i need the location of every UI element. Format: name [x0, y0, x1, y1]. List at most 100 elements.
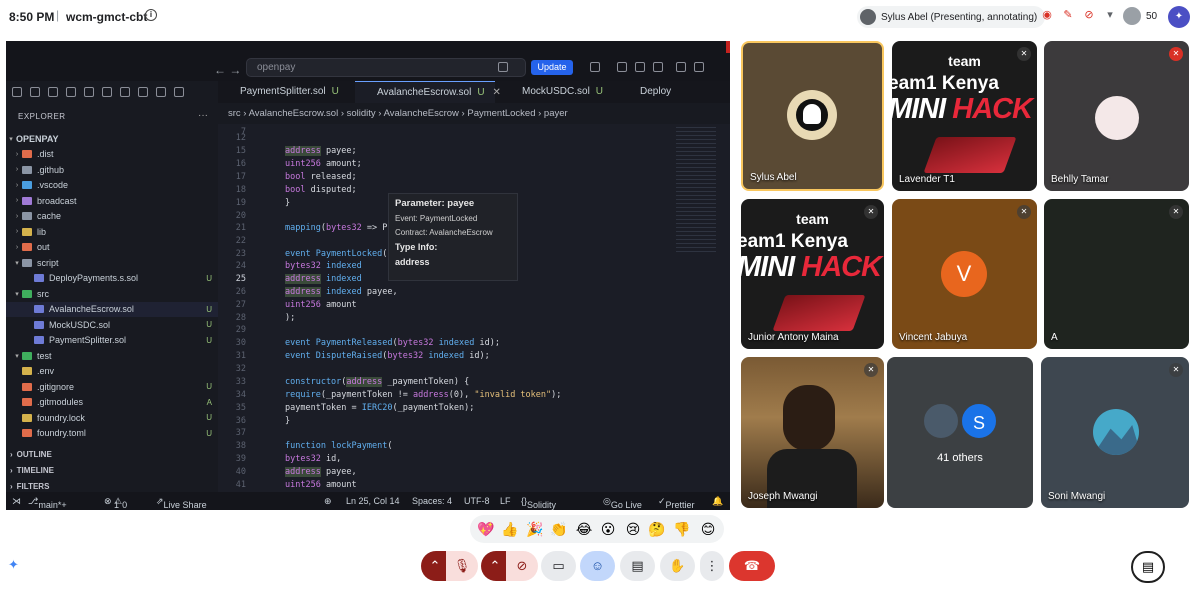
testing-icon[interactable]: [120, 87, 130, 97]
record-icon[interactable]: ◉: [1040, 8, 1054, 22]
code-editor[interactable]: 7 12 15 16 17 18 19 20 21 22 23 24 25 26 27 28 29 30 31 32 3…: [218, 124, 730, 492]
tree-item[interactable]: MockUSDC.sol U: [6, 317, 218, 333]
branch-indicator[interactable]: ⎇ main*+: [28, 496, 67, 510]
settings-icon[interactable]: [694, 62, 704, 72]
tile-soni-mwangi[interactable]: ✕ Soni Mwangi: [1041, 357, 1189, 508]
files-icon[interactable]: [12, 87, 22, 97]
tile-others[interactable]: S 41 others: [887, 357, 1033, 508]
github-icon[interactable]: [174, 87, 184, 97]
layout-icon[interactable]: [617, 62, 627, 72]
captions-button[interactable]: ▤: [620, 551, 655, 581]
tile-lavender-t1[interactable]: team eam1 Kenya MINI HACK ✕ Lavender T1: [892, 41, 1037, 191]
language-mode[interactable]: {} Solidity: [521, 496, 556, 510]
tree-item[interactable]: DeployPayments.s.sol U: [6, 271, 218, 287]
tile-sylus-abel[interactable]: Sylus Abel: [741, 41, 884, 191]
extensions-icon[interactable]: [84, 87, 94, 97]
tile-joseph-mwangi[interactable]: ✕ Joseph Mwangi: [741, 357, 884, 508]
tree-item[interactable]: › .vscode: [6, 178, 218, 194]
raise-hand-button[interactable]: ✋: [660, 551, 695, 581]
more-options-button[interactable]: ⋮: [700, 551, 724, 581]
tree-item[interactable]: ▾ test: [6, 348, 218, 364]
docker-icon[interactable]: [138, 87, 148, 97]
tab-payment-splitter[interactable]: PaymentSplitter.sol U: [218, 81, 348, 103]
tree-item[interactable]: AvalancheEscrow.sol U: [6, 301, 218, 317]
tree-item[interactable]: foundry.toml U: [6, 426, 218, 442]
tree-item[interactable]: › lib: [6, 224, 218, 240]
tree-item[interactable]: › broadcast: [6, 193, 218, 209]
reaction-heart[interactable]: 💖: [475, 519, 497, 539]
reaction-party[interactable]: 🎉: [524, 519, 546, 539]
help-icon[interactable]: [676, 62, 686, 72]
reaction-thumbs-down[interactable]: 👎: [671, 519, 693, 539]
gemini-icon[interactable]: ✦: [1168, 6, 1190, 28]
tile-behlly-tamar[interactable]: ✕ Behlly Tamar: [1044, 41, 1189, 191]
remote-icon[interactable]: ⋊: [12, 496, 21, 507]
present-button[interactable]: ▭: [541, 551, 576, 581]
reaction-clap[interactable]: 👏: [548, 519, 570, 539]
tree-item[interactable]: PaymentSplitter.sol U: [6, 333, 218, 349]
tab-mockusdc[interactable]: MockUSDC.sol U: [500, 81, 618, 103]
tree-item[interactable]: › .github: [6, 162, 218, 178]
search-icon[interactable]: [30, 87, 40, 97]
tree-root[interactable]: ▾ OPENPAY: [6, 131, 218, 147]
reaction-sad[interactable]: 😢: [622, 519, 644, 539]
more-actions-icon[interactable]: ···: [198, 110, 208, 121]
annotate-icon[interactable]: ✎: [1061, 8, 1075, 22]
tree-item[interactable]: › cache: [6, 209, 218, 225]
panel-icon[interactable]: [635, 62, 645, 72]
reaction-add[interactable]: 😊: [697, 519, 719, 539]
tile-vincent-jabuya[interactable]: V ✕ Vincent Jabuya: [892, 199, 1037, 349]
back-forward-icon[interactable]: ← →: [214, 63, 241, 77]
participants-button[interactable]: 50: [1123, 7, 1157, 25]
tree-item[interactable]: ▾ script: [6, 255, 218, 271]
tile-a[interactable]: ✕ A: [1044, 199, 1189, 349]
presenter-chip[interactable]: Sylus Abel (Presenting, annotating): [857, 6, 1046, 28]
sidebar-toggle-icon[interactable]: [653, 62, 663, 72]
tree-item[interactable]: .env: [6, 364, 218, 380]
section-timeline[interactable]: › TIMELINE: [6, 466, 218, 475]
tree-item[interactable]: ▾ src: [6, 286, 218, 302]
minimap[interactable]: [676, 124, 716, 254]
encoding[interactable]: UTF-8: [464, 496, 490, 506]
tab-deploy[interactable]: Deploy: [618, 81, 678, 103]
info-icon[interactable]: i: [145, 9, 157, 21]
chat-button[interactable]: ▤: [1131, 551, 1165, 583]
dropdown-icon[interactable]: ▾: [1103, 8, 1117, 22]
tile-junior-antony-maina[interactable]: team eam1 Kenya MINI HACK ✕ Junior Anton…: [741, 199, 884, 349]
prettier-button[interactable]: ✓ Prettier: [658, 496, 695, 510]
remote-icon[interactable]: [102, 87, 112, 97]
reaction-surprised[interactable]: 😮: [597, 519, 619, 539]
emoji-button[interactable]: ☺: [580, 551, 615, 581]
zoom-icon[interactable]: ⊕: [324, 496, 332, 507]
reaction-thinking[interactable]: 🤔: [646, 519, 668, 539]
tree-item[interactable]: › .dist: [6, 147, 218, 163]
section-outline[interactable]: › OUTLINE: [6, 450, 218, 459]
notifications-icon[interactable]: 🔔: [712, 496, 723, 507]
debug-icon[interactable]: [66, 87, 76, 97]
gemini-sparkle-icon[interactable]: ✦: [8, 558, 22, 572]
tree-item[interactable]: › out: [6, 240, 218, 256]
copilot-icon[interactable]: [498, 62, 508, 72]
eol[interactable]: LF: [500, 496, 511, 506]
tab-avalanche-escrow[interactable]: AvalancheEscrow.sol U ✕: [355, 81, 501, 103]
reaction-laugh[interactable]: 😂: [573, 519, 595, 539]
tree-item[interactable]: .gitignore U: [6, 379, 218, 395]
camera-options-button[interactable]: ⌃: [481, 551, 509, 581]
git-graph-icon[interactable]: [156, 87, 166, 97]
mic-options-button[interactable]: ⌃: [421, 551, 449, 581]
stop-present-icon[interactable]: ⊘: [1082, 8, 1096, 22]
live-share-button[interactable]: ⇗ Live Share: [156, 496, 207, 510]
section-filters[interactable]: › FILTERS: [6, 482, 218, 491]
problems-indicator[interactable]: ⊗ 1 ⚠ 0: [104, 496, 127, 510]
cursor-position[interactable]: Ln 25, Col 14: [346, 496, 400, 506]
command-search[interactable]: openpay: [246, 58, 526, 77]
source-control-icon[interactable]: [48, 87, 58, 97]
tree-item[interactable]: foundry.lock U: [6, 410, 218, 426]
camera-toggle-button[interactable]: ⊘: [506, 551, 538, 581]
tree-item[interactable]: .gitmodules A: [6, 395, 218, 411]
mic-toggle-button[interactable]: 🎙: [446, 551, 478, 581]
indentation[interactable]: Spaces: 4: [412, 496, 452, 506]
go-live-button[interactable]: ◎ Go Live: [603, 496, 642, 510]
leave-call-button[interactable]: ☎: [729, 551, 775, 581]
account-icon[interactable]: [590, 62, 600, 72]
